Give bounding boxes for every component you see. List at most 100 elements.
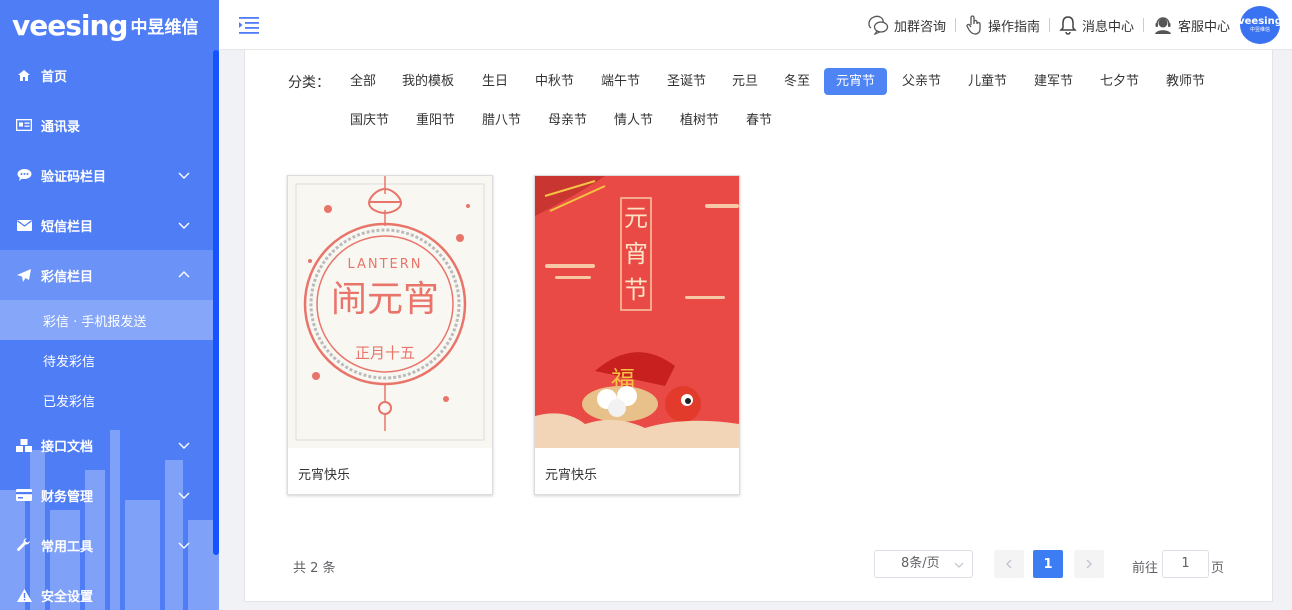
category-chip-my-templates[interactable]: 我的模板 <box>390 68 466 95</box>
group-consult-label: 加群咨询 <box>893 19 946 35</box>
menu-collapse-icon[interactable] <box>239 16 259 34</box>
category-chip-mid-autumn[interactable]: 中秋节 <box>523 68 586 95</box>
goto-label: 前往 <box>1132 561 1159 576</box>
sidebar-item-mms[interactable]: 彩信栏目 <box>0 250 213 300</box>
category-chip-double-ninth[interactable]: 重阳节 <box>404 107 467 134</box>
sidebar-item-label: 短信栏目 <box>41 219 94 235</box>
template-thumbnail: LANTERN 闹元宵 正月十五 <box>288 176 492 448</box>
sidebar: veesing 中昱维信 首页 通讯录 验证码栏目 短信栏目 彩信栏目 彩信 ·… <box>0 0 219 610</box>
brand-logo[interactable]: veesing 中昱维信 <box>0 0 219 50</box>
top-header: 加群咨询 操作指南 消息中心 客服中心 veesing 中昱维信 <box>219 0 1292 50</box>
message-center-link[interactable]: 消息中心 <box>1059 15 1134 35</box>
header-divider <box>954 18 956 32</box>
template-thumbnail: 元 宵 节 福 <box>535 176 739 448</box>
category-chip-winter-solstice[interactable]: 冬至 <box>772 68 822 95</box>
sidebar-subitem-label: 彩信 · 手机报发送 <box>43 314 147 330</box>
prev-page-button[interactable] <box>994 550 1024 578</box>
sidebar-item-verification-code[interactable]: 验证码栏目 <box>0 150 213 200</box>
category-chip-mothers-day[interactable]: 母亲节 <box>536 107 599 134</box>
group-chat-icon <box>868 15 889 35</box>
sidebar-item-label: 首页 <box>41 69 68 85</box>
sidebar-scrollbar[interactable] <box>213 50 219 555</box>
chevron-down-icon <box>178 442 190 449</box>
chevron-left-icon <box>1006 559 1012 569</box>
template-name: 元宵快乐 <box>298 468 351 483</box>
goto-page-input[interactable]: 1 <box>1162 550 1209 578</box>
card-art-char: 元 <box>624 204 648 232</box>
template-panel: 分类： 全部 我的模板 生日 中秋节 端午节 圣诞节 元旦 冬至 元宵节 父亲节… <box>244 50 1273 602</box>
sidebar-item-label: 财务管理 <box>41 489 94 505</box>
sidebar-item-label: 通讯录 <box>41 119 81 135</box>
goto-unit: 页 <box>1211 561 1225 576</box>
category-chip-lantern-festival[interactable]: 元宵节 <box>824 68 888 95</box>
page-size-value: 8条/页 <box>901 556 940 571</box>
chevron-down-icon <box>178 492 190 499</box>
message-center-label: 消息中心 <box>1081 19 1134 35</box>
category-chip-laba[interactable]: 腊八节 <box>470 107 533 134</box>
template-card[interactable]: 元 宵 节 福 元宵快乐 <box>534 175 740 495</box>
card-art-date: 正月十五 <box>355 344 415 362</box>
category-chip-qixi[interactable]: 七夕节 <box>1088 68 1151 95</box>
category-chip-birthday[interactable]: 生日 <box>470 68 520 95</box>
category-chip-army-day[interactable]: 建军节 <box>1022 68 1085 95</box>
customer-service-link[interactable]: 客服中心 <box>1153 15 1230 35</box>
contacts-icon <box>15 118 33 132</box>
category-chip-teachers-day[interactable]: 教师节 <box>1154 68 1217 95</box>
warning-icon <box>15 588 33 602</box>
chevron-down-icon <box>178 542 190 549</box>
sidebar-item-tools[interactable]: 常用工具 <box>0 520 213 570</box>
chevron-down-icon <box>178 222 190 229</box>
next-page-button[interactable] <box>1074 550 1104 578</box>
category-chip-dragon-boat[interactable]: 端午节 <box>589 68 652 95</box>
header-actions: 加群咨询 操作指南 消息中心 客服中心 veesing 中昱维信 <box>867 6 1282 44</box>
template-name: 元宵快乐 <box>545 468 598 483</box>
guide-label: 操作指南 <box>987 19 1040 35</box>
category-chip-childrens-day[interactable]: 儿童节 <box>956 68 1019 95</box>
sidebar-item-sms[interactable]: 短信栏目 <box>0 200 213 250</box>
category-chip-arbor-day[interactable]: 植树节 <box>668 107 731 134</box>
category-chip-new-year[interactable]: 元旦 <box>720 68 770 95</box>
category-chip-national-day[interactable]: 国庆节 <box>338 107 401 134</box>
sidebar-item-label: 验证码栏目 <box>41 169 107 185</box>
card-art-title: 闹元宵 <box>331 279 439 320</box>
sidebar-item-home[interactable]: 首页 <box>0 50 213 100</box>
avatar-subtitle: 中昱维信 <box>1249 26 1270 33</box>
sidebar-item-security[interactable]: 安全设置 <box>0 570 213 610</box>
chevron-up-icon <box>178 271 190 278</box>
category-label: 分类： <box>288 75 330 91</box>
sidebar-item-label: 安全设置 <box>41 589 94 605</box>
category-chip-valentines[interactable]: 情人节 <box>602 107 665 134</box>
header-divider <box>1142 18 1144 32</box>
chevron-down-icon <box>954 562 964 568</box>
sidebar-subitem-mms-send[interactable]: 彩信 · 手机报发送 <box>0 300 213 340</box>
page-size-select[interactable]: 8条/页 <box>874 550 973 578</box>
sidebar-subitem-sent-mms[interactable]: 已发彩信 <box>0 380 213 420</box>
bell-icon <box>1059 16 1077 35</box>
avatar[interactable]: veesing 中昱维信 <box>1238 6 1282 44</box>
customer-service-label: 客服中心 <box>1177 19 1230 35</box>
sidebar-item-contacts[interactable]: 通讯录 <box>0 100 213 150</box>
credit-card-icon <box>15 488 33 502</box>
chevron-right-icon <box>1086 559 1092 569</box>
guide-link[interactable]: 操作指南 <box>965 15 1040 35</box>
group-consult-link[interactable]: 加群咨询 <box>867 15 946 35</box>
cubes-icon <box>15 438 33 452</box>
sidebar-item-label: 彩信栏目 <box>41 269 94 285</box>
header-divider <box>1048 18 1050 32</box>
category-chip-christmas[interactable]: 圣诞节 <box>655 68 718 95</box>
category-chip-fathers-day[interactable]: 父亲节 <box>890 68 953 95</box>
home-icon <box>15 68 33 82</box>
sidebar-item-label: 常用工具 <box>41 539 94 555</box>
card-art-en-text: LANTERN <box>347 257 422 272</box>
total-count: 共 2 条 <box>293 561 336 576</box>
logo-chinese-name: 中昱维信 <box>130 17 199 38</box>
lantern-festival-card-art: LANTERN 闹元宵 正月十五 <box>288 176 492 448</box>
sidebar-item-api-docs[interactable]: 接口文档 <box>0 420 213 470</box>
chevron-down-icon <box>178 172 190 179</box>
category-chip-all[interactable]: 全部 <box>338 68 388 95</box>
sidebar-subitem-pending-mms[interactable]: 待发彩信 <box>0 340 213 380</box>
template-card[interactable]: LANTERN 闹元宵 正月十五 元宵快乐 <box>287 175 493 495</box>
sidebar-item-finance[interactable]: 财务管理 <box>0 470 213 520</box>
category-chip-spring-festival[interactable]: 春节 <box>734 107 784 134</box>
page-number-current[interactable]: 1 <box>1033 550 1063 578</box>
